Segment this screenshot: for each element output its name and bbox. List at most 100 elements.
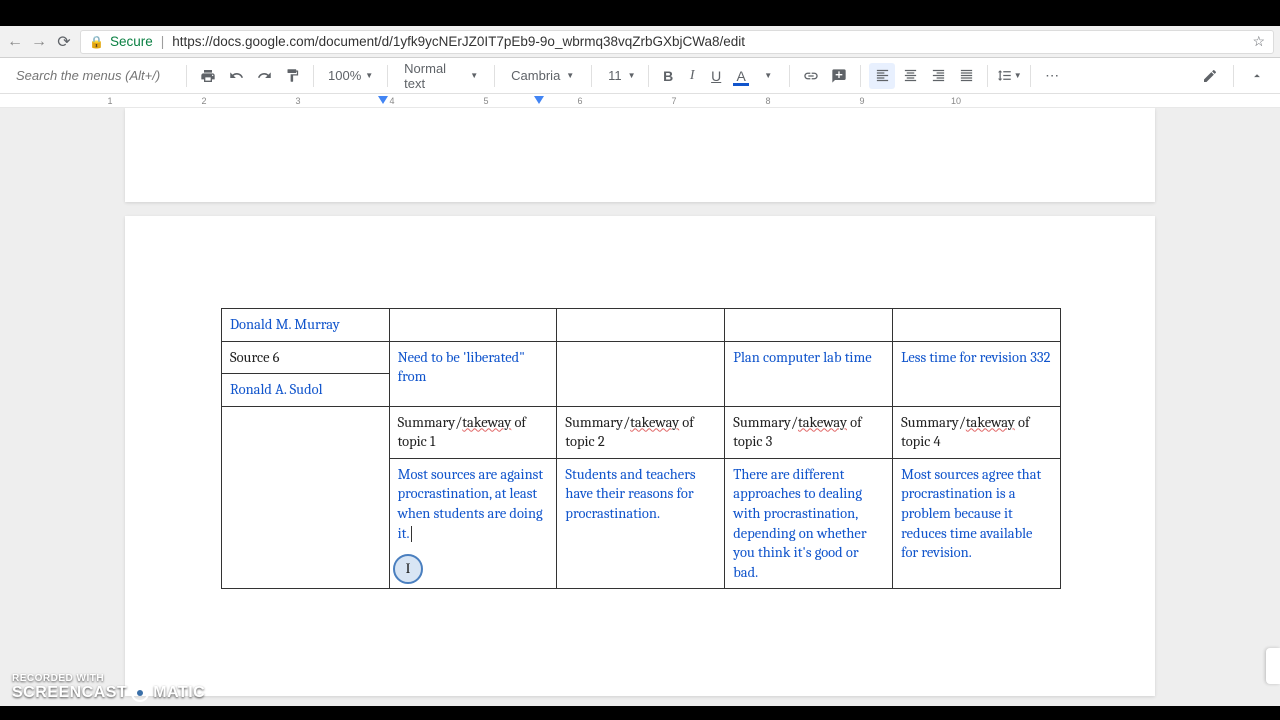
print-button[interactable]: [195, 63, 221, 89]
table-cell[interactable]: [725, 309, 893, 342]
right-indent-marker[interactable]: [534, 96, 544, 104]
table-cell[interactable]: Summary/takeway of topic 4: [893, 406, 1061, 458]
pencil-icon: [1202, 68, 1218, 84]
table-cell[interactable]: Donald M. Murray: [222, 309, 390, 342]
font-size-select[interactable]: 11 ▼: [600, 68, 640, 83]
toolbar-separator: [1030, 65, 1031, 87]
url-separator: |: [161, 34, 165, 49]
table-cell[interactable]: Summary/takeway of topic 2: [557, 406, 725, 458]
toolbar-separator: [591, 65, 592, 87]
insert-link-button[interactable]: [798, 63, 824, 89]
toolbar-separator: [494, 65, 495, 87]
table-row[interactable]: Donald M. Murray: [222, 309, 1061, 342]
toolbar-separator: [313, 65, 314, 87]
url-text: https://docs.google.com/document/d/1yfk9…: [172, 34, 745, 49]
table-cell[interactable]: [557, 341, 725, 406]
align-right-button[interactable]: [925, 63, 951, 89]
insert-comment-button[interactable]: [826, 63, 852, 89]
chevron-down-icon: ▼: [566, 71, 574, 80]
paint-format-icon: [285, 68, 300, 83]
ruler-number: 3: [295, 96, 300, 106]
more-button[interactable]: ⋯: [1039, 63, 1065, 89]
toolbar-separator: [860, 65, 861, 87]
underline-button[interactable]: U: [705, 63, 727, 89]
table-subcell-author: Ronald A. Sudol: [222, 374, 389, 406]
explore-button[interactable]: [1266, 648, 1280, 684]
styles-select[interactable]: Normal text ▼: [396, 61, 486, 91]
menu-search-input[interactable]: [10, 64, 178, 87]
ruler-number: 10: [951, 96, 961, 106]
link-icon: [803, 68, 819, 84]
table-cell[interactable]: Source 6 Ronald A. Sudol: [222, 341, 390, 406]
ruler-number: 4: [389, 96, 394, 106]
table-cell[interactable]: Most sources agree that procrastination …: [893, 458, 1061, 588]
table-cell[interactable]: [389, 309, 557, 342]
back-button[interactable]: ←: [6, 33, 24, 51]
chevron-down-icon: ▼: [470, 71, 478, 80]
lock-icon: 🔒: [89, 35, 104, 49]
align-justify-button[interactable]: [953, 63, 979, 89]
font-select[interactable]: Cambria ▼: [503, 68, 583, 83]
source-summary-table[interactable]: Donald M. Murray Source 6 Ronald A. Sudo…: [221, 308, 1061, 589]
collapse-menus-button[interactable]: [1244, 63, 1270, 89]
editing-mode-button[interactable]: [1197, 63, 1223, 89]
url-bar[interactable]: 🔒 Secure | https://docs.google.com/docum…: [80, 30, 1274, 54]
secure-label: Secure: [110, 34, 153, 49]
bookmark-star-icon[interactable]: ☆: [1252, 33, 1265, 50]
table-cell[interactable]: [222, 406, 390, 589]
table-cell[interactable]: Need to be 'liberated" from: [389, 341, 557, 406]
table-cell[interactable]: Students and teachers have their reasons…: [557, 458, 725, 588]
ruler-number: 2: [201, 96, 206, 106]
watermark-line1: RECORDED WITH: [12, 673, 205, 684]
undo-button[interactable]: [223, 63, 249, 89]
table-row[interactable]: Source 6 Ronald A. Sudol Need to be 'lib…: [222, 341, 1061, 406]
watermark-brand-a: SCREENCAST: [12, 684, 127, 702]
redo-button[interactable]: [251, 63, 277, 89]
line-spacing-button[interactable]: ▼: [996, 63, 1022, 89]
table-cell[interactable]: Plan computer lab time: [725, 341, 893, 406]
italic-button[interactable]: I: [681, 63, 703, 89]
table-subcell-source: Source 6: [222, 342, 389, 375]
text-cursor: [411, 526, 412, 542]
horizontal-ruler[interactable]: 1 2 3 4 5 6 7 8 9 10: [0, 94, 1280, 108]
forward-button[interactable]: →: [30, 33, 48, 51]
table-cell[interactable]: Summary/takeway of topic 1: [389, 406, 557, 458]
chevron-down-icon: ▼: [764, 71, 772, 80]
recording-cursor-indicator: I: [393, 554, 423, 584]
table-cell[interactable]: [557, 309, 725, 342]
text-color-dropdown[interactable]: ▼: [755, 63, 781, 89]
document-page[interactable]: Donald M. Murray Source 6 Ronald A. Sudo…: [125, 216, 1155, 696]
reload-button[interactable]: ⟳: [54, 32, 74, 52]
undo-icon: [229, 68, 244, 83]
align-justify-icon: [959, 68, 974, 83]
chevron-down-icon: ▼: [1014, 71, 1022, 80]
comment-icon: [831, 68, 847, 84]
ruler-number: 1: [107, 96, 112, 106]
paint-format-button[interactable]: [279, 63, 305, 89]
table-cell[interactable]: [893, 309, 1061, 342]
ruler-number: 7: [671, 96, 676, 106]
zoom-select[interactable]: 100% ▼: [322, 68, 379, 83]
font-value: Cambria: [511, 68, 560, 83]
bold-button[interactable]: B: [657, 63, 679, 89]
align-center-button[interactable]: [897, 63, 923, 89]
document-page-previous[interactable]: [125, 108, 1155, 202]
zoom-value: 100%: [328, 68, 361, 83]
table-cell[interactable]: There are different approaches to dealin…: [725, 458, 893, 588]
screencast-watermark: RECORDED WITH SCREENCAST MATIC: [12, 673, 205, 702]
table-cell[interactable]: Summary/takeway of topic 3: [725, 406, 893, 458]
left-indent-marker[interactable]: [378, 96, 388, 104]
align-left-button[interactable]: [869, 63, 895, 89]
document-canvas[interactable]: Donald M. Murray Source 6 Ronald A. Sudo…: [0, 108, 1280, 706]
table-row[interactable]: Summary/takeway of topic 1 Summary/takew…: [222, 406, 1061, 458]
toolbar-separator: [186, 65, 187, 87]
toolbar-separator: [987, 65, 988, 87]
watermark-brand-b: MATIC: [153, 684, 205, 702]
toolbar-separator: [789, 65, 790, 87]
browser-address-bar: ← → ⟳ 🔒 Secure | https://docs.google.com…: [0, 26, 1280, 58]
text-color-button[interactable]: A: [729, 63, 753, 89]
toolbar-separator: [387, 65, 388, 87]
docs-toolbar: 100% ▼ Normal text ▼ Cambria ▼ 11 ▼ B I …: [0, 58, 1280, 94]
align-left-icon: [875, 68, 890, 83]
table-cell[interactable]: Less time for revision 332: [893, 341, 1061, 406]
